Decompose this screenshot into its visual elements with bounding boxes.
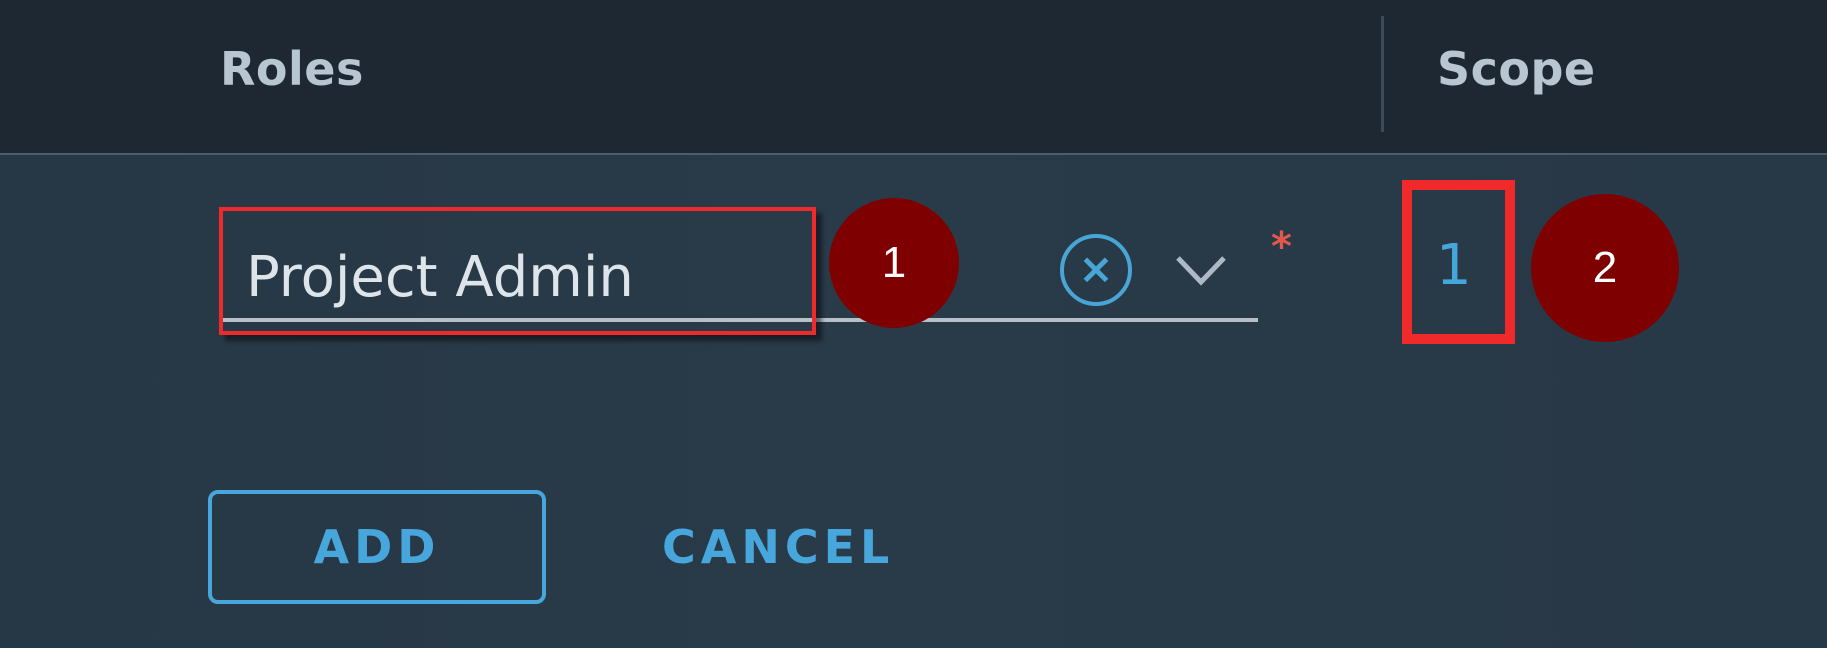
column-header-scope: Scope [1437, 42, 1596, 96]
chevron-down-icon[interactable] [1170, 238, 1232, 300]
role-input-underline [222, 318, 1258, 322]
column-divider[interactable] [1381, 16, 1384, 132]
step-marker-2: 2 [1531, 194, 1679, 342]
step-marker-1: 1 [829, 198, 959, 328]
table-header: Roles Scope [0, 0, 1827, 155]
required-indicator: * [1271, 224, 1292, 270]
role-input[interactable] [222, 210, 822, 320]
scope-link[interactable]: 1 [1436, 233, 1472, 298]
add-button[interactable]: ADD [208, 490, 546, 604]
cancel-button[interactable]: CANCEL [650, 490, 910, 604]
column-header-roles: Roles [220, 42, 364, 96]
role-select[interactable]: × [222, 210, 1258, 322]
clear-icon[interactable]: × [1060, 234, 1132, 306]
